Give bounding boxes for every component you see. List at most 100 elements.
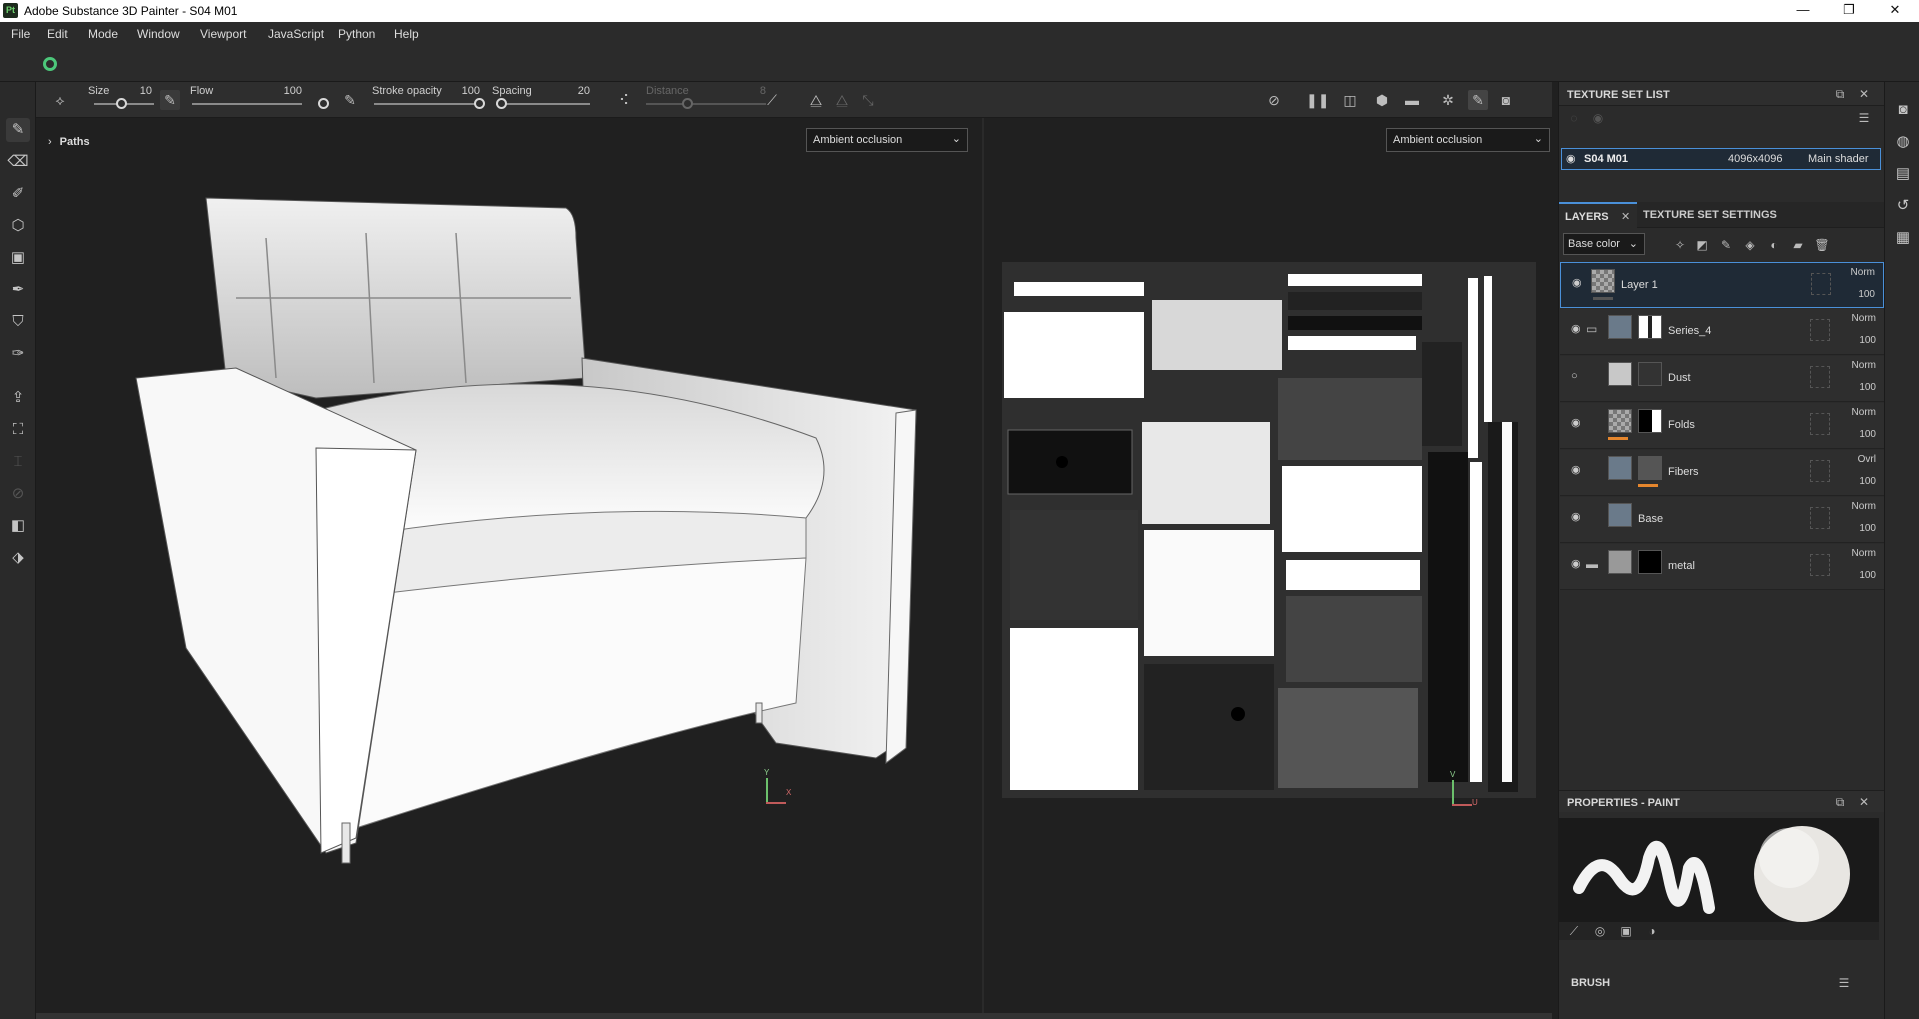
spacing-value[interactable]: 20 (568, 85, 590, 97)
display-settings-icon[interactable]: ◙ (1891, 98, 1915, 122)
flow-value[interactable]: 100 (272, 85, 302, 97)
eye-icon[interactable]: ◉ (1566, 152, 1576, 165)
menu-viewport[interactable]: Viewport (200, 27, 246, 41)
brush-icon[interactable]: ⟋ (1565, 924, 1583, 939)
sync-status-icon[interactable] (43, 57, 57, 71)
menu-javascript[interactable]: JavaScript (268, 27, 324, 41)
color-picker-icon[interactable]: ✑ (6, 342, 30, 366)
menu-python[interactable]: Python (338, 27, 375, 41)
layer-name[interactable]: Series_4 (1668, 325, 1711, 337)
material-icon[interactable]: ◑ (1643, 924, 1661, 938)
blend-mode[interactable]: Norm (1852, 501, 1876, 512)
mask-slot[interactable] (1810, 554, 1830, 576)
blend-mode[interactable]: Norm (1852, 548, 1876, 559)
uv-ao-map[interactable] (1002, 262, 1536, 798)
layer-row-metal[interactable]: ◉ ▬ metal Norm 100 (1560, 544, 1884, 590)
stroke-opacity-slider-handle[interactable] (474, 98, 485, 109)
layer-name[interactable]: Fibers (1668, 466, 1699, 478)
mask-slot[interactable] (1810, 507, 1830, 529)
mask-slot[interactable] (1810, 319, 1830, 341)
texture-icon[interactable]: ◧ (6, 514, 30, 538)
mask-slot[interactable] (1811, 273, 1831, 295)
delete-icon[interactable]: 🗑 (1813, 238, 1831, 252)
texture-set-item[interactable]: ◉ S04 M01 4096x4096 Main shader (1561, 148, 1881, 170)
menu-window[interactable]: Window (137, 27, 180, 41)
distance-icon[interactable]: ⠪ (614, 90, 634, 110)
layer-name[interactable]: Layer 1 (1621, 279, 1658, 291)
pause-icon[interactable]: ❚❚ (1306, 90, 1329, 110)
armchair-model[interactable] (116, 178, 936, 898)
anchor-icon[interactable]: ⊘ (6, 482, 30, 506)
maximize-button[interactable]: ❐ (1826, 0, 1872, 22)
symmetry-settings-icon[interactable]: ⤡ (858, 90, 878, 110)
brush-section[interactable]: BRUSH ☰ (1559, 968, 1885, 998)
measure-icon[interactable]: ⌶ (6, 450, 30, 474)
layer-name[interactable]: Dust (1668, 372, 1691, 384)
polygon-fill-icon[interactable]: ▣ (6, 246, 30, 270)
minimize-button[interactable]: — (1780, 0, 1826, 22)
geometry-fill-icon[interactable]: ⬡ (6, 214, 30, 238)
spacing-slider[interactable] (496, 103, 590, 105)
eraser-icon[interactable]: ⌫ (6, 150, 30, 174)
size-slider-handle[interactable] (116, 98, 127, 109)
lazy-mouse-icon[interactable]: ⟡ (50, 90, 70, 110)
add-fill-layer-icon[interactable]: ◈ (1741, 238, 1759, 252)
viewport-2d-channel-select[interactable]: Ambient occlusion ⌄ (1386, 128, 1550, 152)
layer-opacity[interactable]: 100 (1859, 570, 1876, 581)
stroke-opacity-value[interactable]: 100 (456, 85, 480, 97)
layer-row-base[interactable]: ◉ Base Norm 100 (1560, 497, 1884, 543)
undock-icon[interactable]: ⧉ (1831, 87, 1849, 102)
blend-mode[interactable]: Norm (1852, 313, 1876, 324)
distance-slider[interactable] (646, 103, 766, 105)
mask-slot[interactable] (1810, 460, 1830, 482)
layer-name[interactable]: Folds (1668, 419, 1695, 431)
add-effect-icon[interactable]: ✧ (1671, 238, 1689, 252)
bake-icon[interactable]: ⇪ (6, 386, 30, 410)
material-picker-icon[interactable]: ⛶ (6, 418, 30, 442)
layer-row-series-4[interactable]: ◉ ▭ Series_4 Norm 100 (1560, 309, 1884, 355)
layer-row-folds[interactable]: ◉ Folds Norm 100 (1560, 403, 1884, 449)
pressure-flow-icon[interactable]: ✎ (340, 90, 360, 110)
spacing-slider-handle[interactable] (496, 98, 507, 109)
eye-icon[interactable]: ◉ (1571, 418, 1585, 429)
viewport-3d[interactable]: › Paths Ambient occlusion ⌄ Y X (36, 118, 979, 1014)
eye-outline-icon[interactable]: ○ (1571, 371, 1585, 382)
eye-icon[interactable]: ◉ (1571, 324, 1585, 335)
layer-row-dust[interactable]: ○ Dust Norm 100 (1560, 356, 1884, 402)
close-icon[interactable]: ✕ (1621, 210, 1630, 223)
smudge-icon[interactable]: ✒ (6, 278, 30, 302)
flow-slider-handle[interactable] (318, 98, 329, 109)
mask-slot[interactable] (1810, 413, 1830, 435)
symmetry-icon[interactable]: ⧋ (806, 90, 826, 110)
layer-opacity[interactable]: 100 (1859, 523, 1876, 534)
size-value[interactable]: 10 (132, 85, 152, 97)
pressure-size-icon[interactable]: ✎ (160, 90, 180, 110)
shader-settings-icon[interactable]: ◍ (1891, 130, 1915, 154)
layer-name[interactable]: metal (1668, 560, 1695, 572)
view-cube-icon[interactable]: ⬢ (1372, 90, 1392, 110)
add-mask-color-icon[interactable]: ◐ (1765, 238, 1783, 252)
layer-row-fibers[interactable]: ◉ Fibers Ovrl 100 (1560, 450, 1884, 496)
menu-file[interactable]: File (11, 27, 30, 41)
layer-opacity[interactable]: 100 (1858, 289, 1875, 300)
close-icon[interactable]: ✕ (1855, 795, 1873, 809)
menu-icon[interactable]: ☰ (1855, 111, 1873, 125)
layer-opacity[interactable]: 100 (1859, 335, 1876, 346)
split-view-icon[interactable]: ◫ (1340, 90, 1360, 110)
layer-opacity[interactable]: 100 (1859, 429, 1876, 440)
camera-icon[interactable]: ▬ (1402, 90, 1422, 110)
brush-preview[interactable] (1559, 818, 1879, 922)
blend-mode[interactable]: Norm (1852, 407, 1876, 418)
stencil-icon[interactable]: ▣ (1617, 924, 1635, 938)
paint-mode-icon[interactable]: ✎ (1468, 90, 1488, 110)
distance-slider-handle[interactable] (682, 98, 693, 109)
layer-opacity[interactable]: 100 (1859, 476, 1876, 487)
line-mode-icon[interactable]: ⟋ (762, 90, 782, 110)
stroke-opacity-slider[interactable] (374, 103, 480, 105)
symmetry-y-icon[interactable]: ⧋ (832, 90, 852, 110)
blend-mode[interactable]: Norm (1851, 267, 1875, 278)
assets-icon[interactable]: ▤ (1891, 162, 1915, 186)
paths-toggle[interactable]: › Paths (48, 136, 90, 148)
viewport-2d[interactable]: Ambient occlusion ⌄ V U (982, 118, 1552, 1014)
add-mask-icon[interactable]: ◩ (1693, 238, 1711, 252)
